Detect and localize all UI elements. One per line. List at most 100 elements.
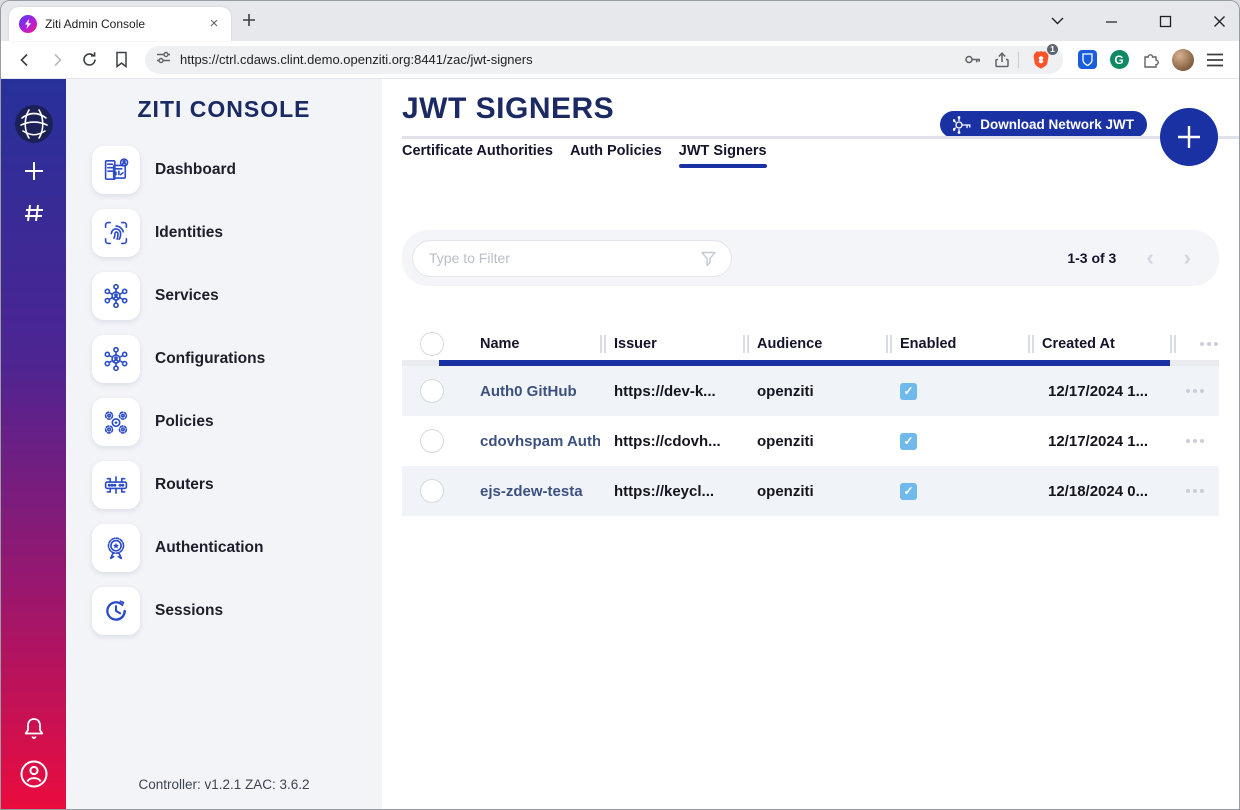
user-profile-icon[interactable] (18, 758, 50, 795)
identities-icon (92, 209, 140, 257)
cell-name[interactable]: Auth0 GitHub (458, 383, 600, 400)
table-header-underline (402, 360, 1219, 366)
row-checkbox[interactable] (420, 379, 444, 403)
sidebar-item-policies[interactable]: Policies (92, 398, 382, 446)
minimize-icon[interactable] (1101, 11, 1121, 31)
column-header-audience[interactable]: Audience (743, 328, 886, 360)
column-header-name[interactable]: Name (458, 328, 600, 360)
sidebar-item-label: Routers (155, 476, 214, 494)
pagination-prev-icon[interactable]: ‹ (1146, 247, 1153, 269)
column-header-created-at[interactable]: Created At (1028, 328, 1170, 360)
tab-label: Certificate Authorities (402, 143, 553, 159)
enabled-checkbox[interactable] (900, 433, 917, 450)
cell-issuer: https://cdovh... (600, 433, 743, 450)
tab-label: JWT Signers (679, 143, 767, 159)
main-content: JWT SIGNERS Download Network JWT Certifi… (382, 79, 1239, 809)
column-header-issuer[interactable]: Issuer (600, 328, 743, 360)
share-icon[interactable] (990, 48, 1014, 72)
enabled-checkbox[interactable] (900, 383, 917, 400)
cell-audience: openziti (743, 433, 886, 450)
notifications-bell-icon[interactable] (20, 715, 48, 748)
console-title: ZITI CONSOLE (66, 96, 382, 123)
cell-audience: openziti (743, 483, 886, 500)
cell-created-at: 12/17/2024 1... (1028, 383, 1170, 400)
browser-tab-strip: Ziti Admin Console × (1, 1, 1239, 41)
download-network-jwt-button[interactable]: Download Network JWT (940, 111, 1147, 138)
sidebar-nav: Dashboard Identities Services (66, 146, 382, 635)
add-jwt-signer-button[interactable] (1160, 108, 1218, 166)
tab-title: Ziti Admin Console (45, 17, 205, 31)
bitwarden-extension-icon[interactable] (1074, 47, 1100, 73)
header-divider (402, 136, 1239, 139)
plus-icon (1173, 121, 1205, 153)
sidebar-item-label: Sessions (155, 602, 223, 620)
version-footer: Controller: v1.2.1 ZAC: 3.6.2 (66, 777, 382, 792)
row-menu-icon[interactable] (1170, 439, 1219, 443)
tab-close-icon[interactable]: × (205, 15, 223, 33)
rail-hash-icon[interactable] (19, 198, 49, 228)
profile-avatar[interactable] (1170, 47, 1196, 73)
sidebar-item-sessions[interactable]: Sessions (92, 587, 382, 635)
bookmark-icon[interactable] (107, 46, 135, 74)
sidebar-item-label: Dashboard (155, 161, 236, 179)
pagination-next-icon[interactable]: › (1184, 247, 1191, 269)
table-row[interactable]: cdovhspam Auth0 https://cdovh... openzit… (402, 416, 1219, 466)
maximize-icon[interactable] (1155, 11, 1175, 31)
column-header-enabled[interactable]: Enabled (886, 328, 1028, 360)
sessions-icon (92, 587, 140, 635)
policies-icon (92, 398, 140, 446)
grammarly-extension-icon[interactable]: G (1106, 47, 1132, 73)
cell-created-at: 12/18/2024 0... (1028, 483, 1170, 500)
dashboard-icon (92, 146, 140, 194)
tab-search-chevron-icon[interactable] (1047, 11, 1067, 31)
routers-icon (92, 461, 140, 509)
ziti-favicon (19, 15, 37, 33)
back-icon[interactable] (11, 46, 39, 74)
url-text[interactable]: https://ctrl.cdaws.clint.demo.openziti.o… (180, 52, 954, 67)
close-window-icon[interactable] (1209, 11, 1229, 31)
sidebar-item-routers[interactable]: Routers (92, 461, 382, 509)
cell-name[interactable]: ejs-zdew-testa (458, 483, 600, 500)
site-settings-icon[interactable] (155, 49, 172, 71)
sidebar-item-label: Authentication (155, 539, 264, 557)
row-checkbox[interactable] (420, 429, 444, 453)
sidebar-item-identities[interactable]: Identities (92, 209, 382, 257)
tab-certificate-authorities[interactable]: Certificate Authorities (402, 143, 553, 168)
filter-funnel-icon[interactable] (699, 249, 718, 273)
section-tabs: Certificate Authorities Auth Policies JW… (402, 143, 767, 168)
sidebar-item-services[interactable]: Services (92, 272, 382, 320)
extensions-puzzle-icon[interactable] (1138, 47, 1164, 73)
tab-jwt-signers[interactable]: JWT Signers (679, 143, 767, 168)
brave-shield-icon[interactable]: 1 (1029, 48, 1053, 72)
column-menu-icon[interactable] (1200, 342, 1218, 346)
sidebar-item-label: Configurations (155, 350, 265, 368)
sidebar-item-dashboard[interactable]: Dashboard (92, 146, 382, 194)
download-network-jwt-label: Download Network JWT (980, 117, 1134, 132)
rail-plus-icon[interactable] (19, 156, 49, 186)
tab-label: Auth Policies (570, 143, 662, 159)
ziti-logo-icon[interactable] (14, 104, 54, 144)
forward-icon[interactable] (43, 46, 71, 74)
urlbar-divider (1018, 52, 1019, 68)
menu-hamburger-icon[interactable] (1202, 47, 1228, 73)
select-all-checkbox[interactable] (420, 332, 444, 356)
tab-auth-policies[interactable]: Auth Policies (570, 143, 662, 168)
browser-tab[interactable]: Ziti Admin Console × (9, 7, 231, 41)
table-row[interactable]: Auth0 GitHub https://dev-k... openziti 1… (402, 366, 1219, 416)
filter-input[interactable] (412, 240, 732, 277)
sidebar-item-authentication[interactable]: Authentication (92, 524, 382, 572)
table-row[interactable]: ejs-zdew-testa https://keycl... openziti… (402, 466, 1219, 516)
sidebar-item-configurations[interactable]: Configurations (92, 335, 382, 383)
password-key-icon[interactable] (960, 48, 984, 72)
column-header-menu[interactable] (1170, 328, 1219, 360)
row-menu-icon[interactable] (1170, 389, 1219, 393)
row-menu-icon[interactable] (1170, 489, 1219, 493)
new-tab-icon[interactable] (241, 12, 257, 33)
enabled-checkbox[interactable] (900, 483, 917, 500)
url-bar[interactable]: https://ctrl.cdaws.clint.demo.openziti.o… (145, 46, 1063, 74)
reload-icon[interactable] (75, 46, 103, 74)
browser-window: Ziti Admin Console × (0, 0, 1240, 810)
row-checkbox[interactable] (420, 479, 444, 503)
cell-audience: openziti (743, 383, 886, 400)
cell-name[interactable]: cdovhspam Auth0 (458, 433, 600, 450)
